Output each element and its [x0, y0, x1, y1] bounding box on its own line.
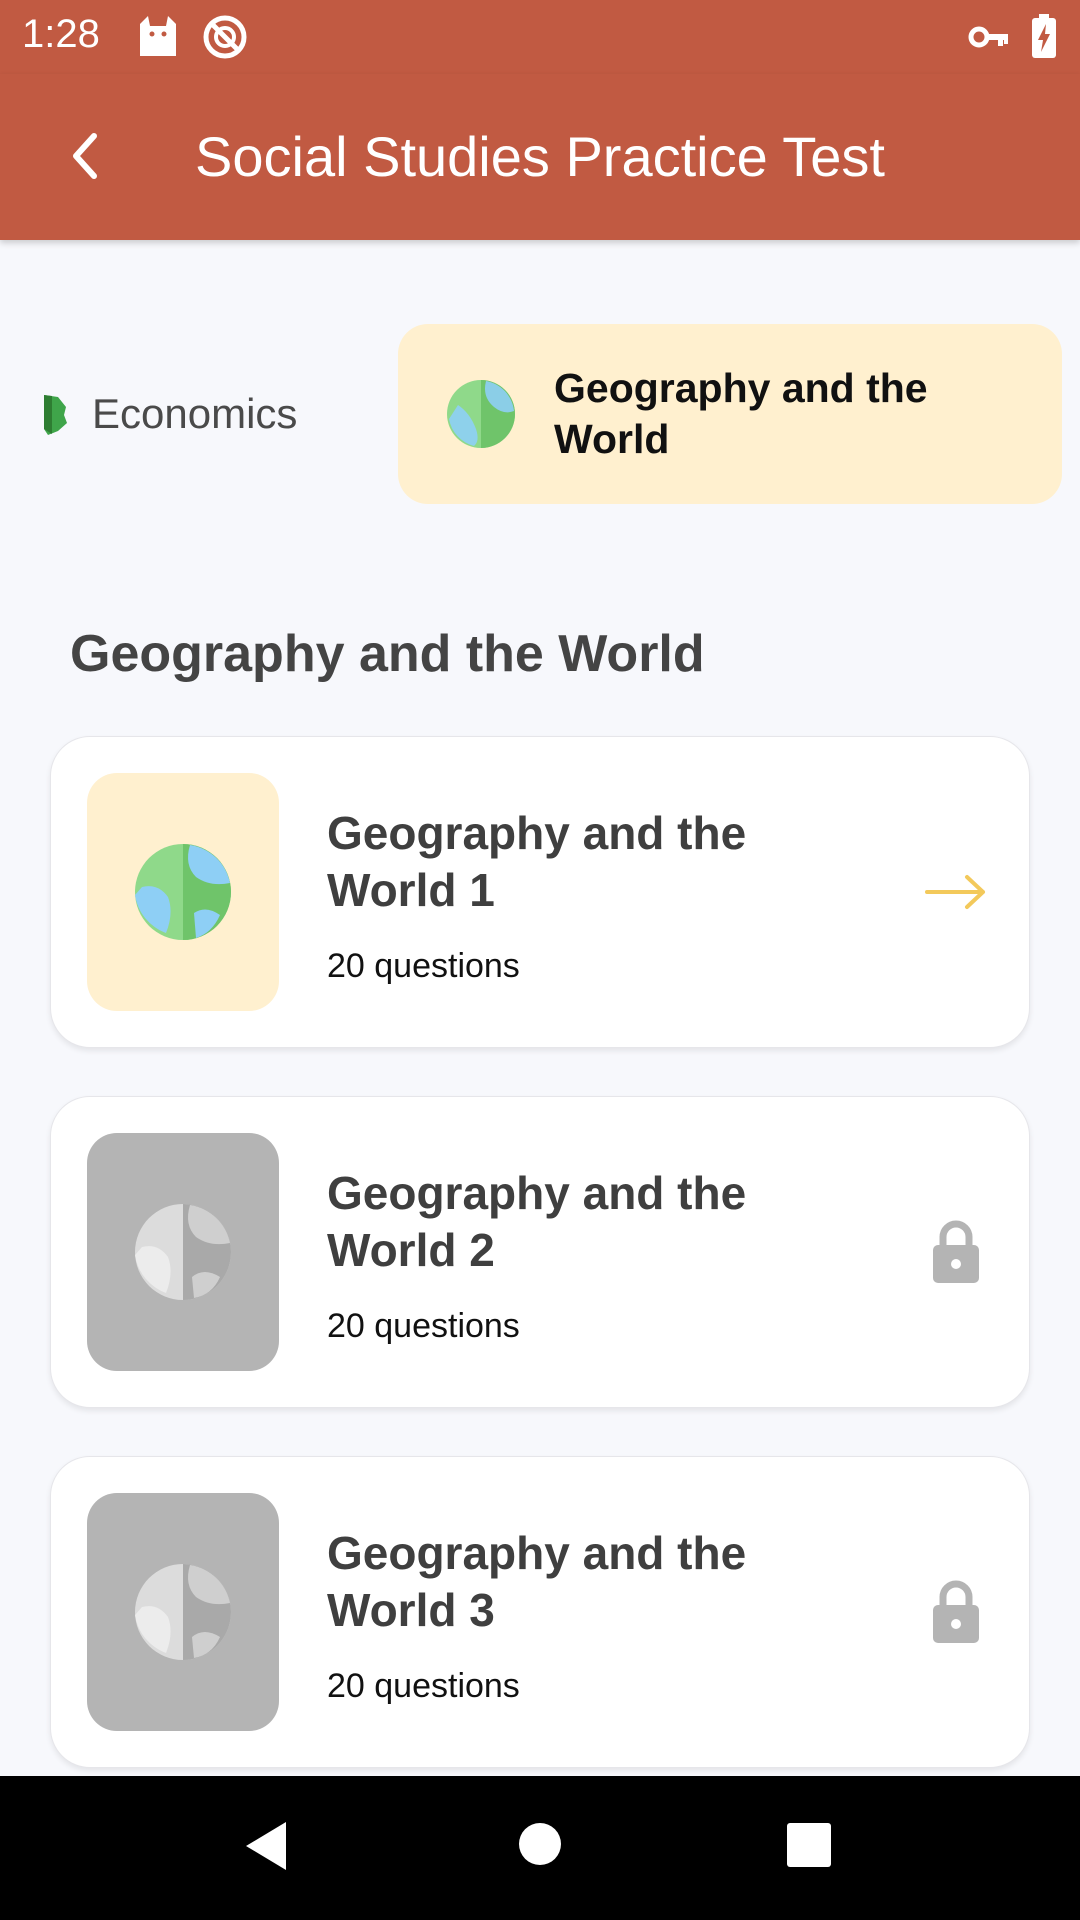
test-title: Geography and the World 3	[327, 1527, 747, 1636]
status-time: 1:28	[22, 12, 100, 56]
test-card-3[interactable]: Geography and the World 3 20 questions	[50, 1456, 1030, 1768]
arrow-right-icon	[925, 875, 985, 909]
cat-icon	[136, 14, 180, 63]
tab-geography-and-the-world[interactable]: Geography and the World	[398, 324, 1062, 504]
tab-economics[interactable]: Economics	[40, 384, 297, 444]
test-title: Geography and the World 2	[327, 1167, 747, 1276]
locked-indicator	[923, 1577, 989, 1647]
test-thumbnail	[87, 1133, 279, 1371]
test-thumbnail	[87, 1493, 279, 1731]
no-sync-icon	[202, 14, 248, 65]
category-tabs: Economics Geography and the World	[0, 324, 1080, 504]
question-count: 20 questions	[327, 947, 520, 985]
nav-home-button[interactable]	[516, 1820, 564, 1873]
vpn-key-icon	[968, 22, 1010, 57]
app-bar: Social Studies Practice Test	[0, 74, 1080, 240]
question-count: 20 questions	[327, 1667, 520, 1705]
question-count: 20 questions	[327, 1307, 520, 1345]
page-title: Social Studies Practice Test	[195, 125, 885, 188]
battery-charging-icon	[1032, 14, 1056, 63]
globe-locked-icon	[135, 1204, 231, 1300]
nav-recents-button[interactable]	[786, 1822, 832, 1873]
section-title: Geography and the World	[70, 625, 705, 683]
test-title: Geography and the World 1	[327, 807, 747, 916]
tab-economics-label: Economics	[92, 390, 298, 437]
system-nav-bar	[0, 1776, 1080, 1920]
test-card-2[interactable]: Geography and the World 2 20 questions	[50, 1096, 1030, 1408]
lock-icon	[933, 1220, 979, 1283]
start-test-button[interactable]	[923, 857, 989, 927]
globe-icon	[135, 844, 231, 940]
locked-indicator	[923, 1217, 989, 1287]
back-triangle-icon	[246, 1822, 286, 1870]
lock-icon	[933, 1580, 979, 1643]
globe-icon	[447, 380, 515, 448]
globe-locked-icon	[135, 1564, 231, 1660]
economics-icon	[44, 395, 67, 435]
nav-back-button[interactable]	[240, 1818, 290, 1879]
tab-geography-label: Geography and the World	[554, 365, 928, 462]
recents-square-icon	[787, 1823, 831, 1867]
home-circle-icon	[519, 1823, 561, 1865]
test-card-1[interactable]: Geography and the World 1 20 questions	[50, 736, 1030, 1048]
status-bar: 1:28	[0, 0, 1080, 74]
test-thumbnail	[87, 773, 279, 1011]
